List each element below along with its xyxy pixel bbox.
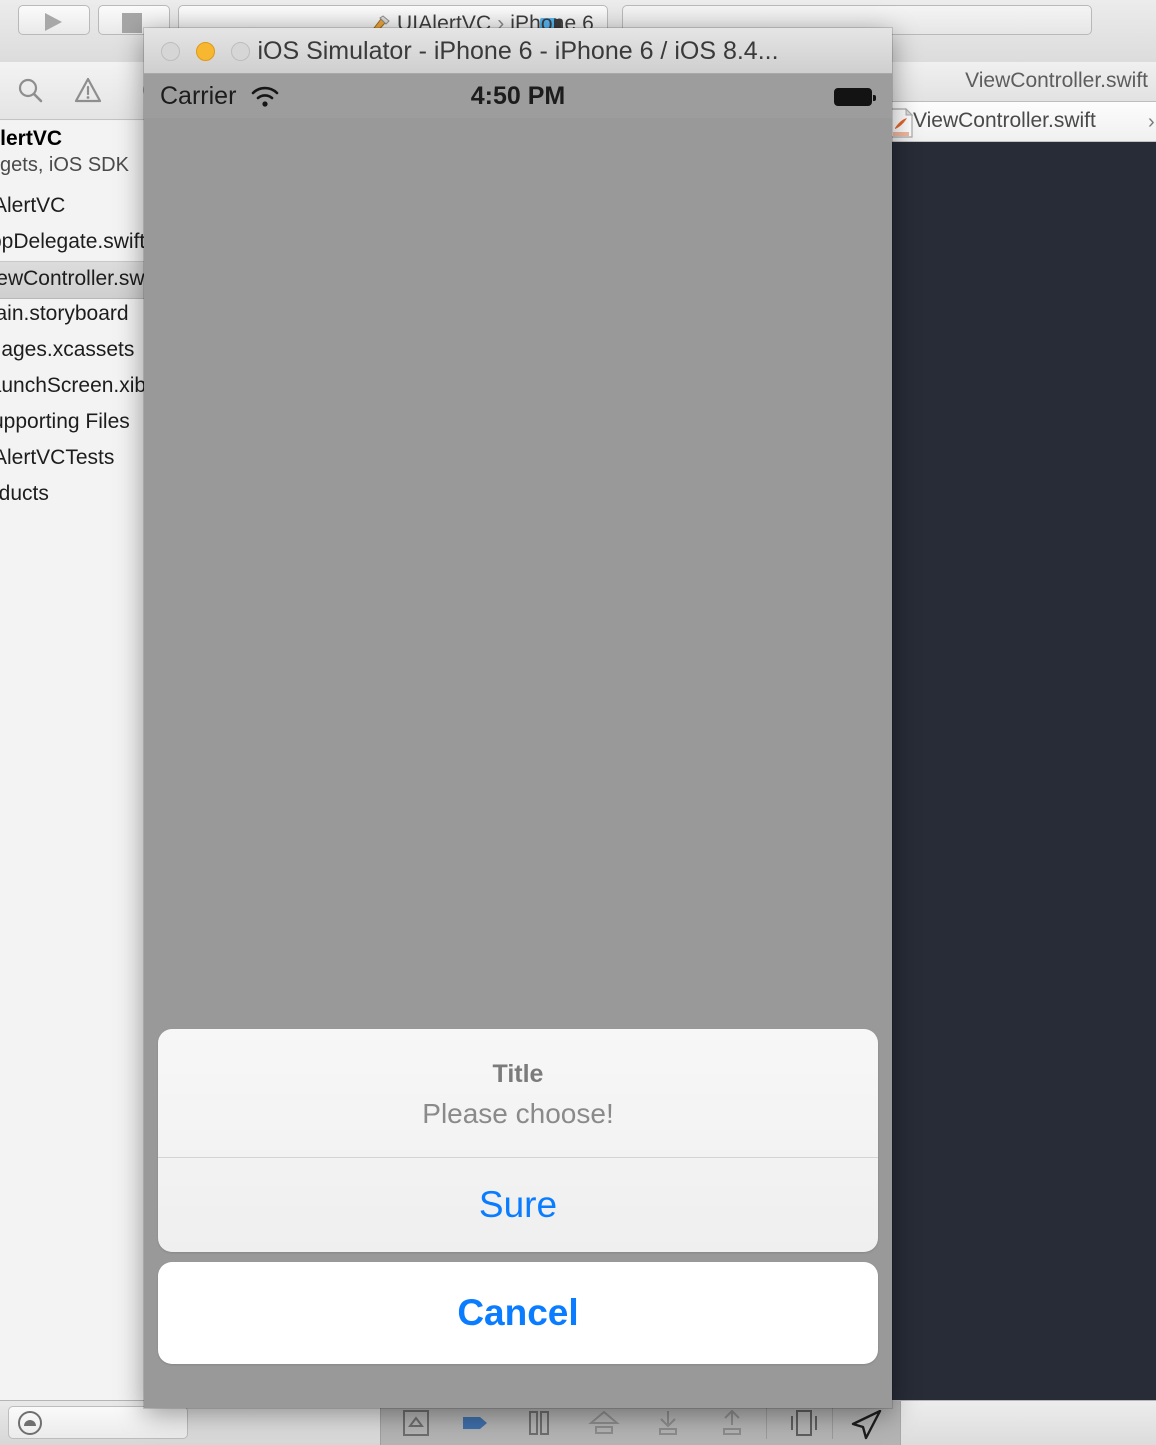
battery-full-icon [834, 88, 876, 106]
action-sheet-header: Title Please choose! [158, 1029, 878, 1158]
home-button[interactable] [8, 1406, 188, 1439]
orientation-icon[interactable] [461, 1410, 491, 1436]
editor-header-title: ViewController.swift [965, 69, 1148, 92]
search-icon[interactable] [16, 76, 44, 104]
sidebar-item-label: Images.xcassets [0, 338, 135, 361]
action-sheet-cancel-group: Cancel [158, 1262, 878, 1364]
sidebar-item-label: LaunchScreen.xib [0, 374, 147, 397]
navigator-project-title-row[interactable]: UIAlertVC [0, 125, 147, 155]
navigator-filter-bar [0, 62, 151, 120]
home-up-icon[interactable] [587, 1410, 621, 1436]
bottom-right-panel: UIAlertVC [900, 1401, 1156, 1445]
alert-action-cancel[interactable]: Cancel [158, 1262, 878, 1364]
sidebar-item-label: UIAlertVC [0, 194, 66, 217]
simulator-titlebar[interactable]: iOS Simulator - iPhone 6 - iPhone 6 / iO… [144, 28, 892, 74]
alert-title: Title [492, 1060, 544, 1088]
sidebar-item-products[interactable]: Products [0, 477, 147, 513]
stop-icon [122, 13, 142, 33]
navigator-project-subtitle-row: 2 targets, iOS SDK 8.4 [0, 153, 147, 181]
run-button[interactable] [18, 5, 90, 35]
action-sheet-main-group: Title Please choose! Sure [158, 1029, 878, 1252]
sidebar-item-uialertvctests[interactable]: UIAlertVCTests [0, 441, 147, 477]
ios-status-bar: Carrier 4:50 PM [144, 74, 892, 118]
sidebar-item-label: Main.storyboard [0, 302, 129, 325]
sidebar-item-uialertvc[interactable]: UIAlertVC [0, 189, 147, 225]
sidebar-item-images-xcassets[interactable]: Images.xcassets [0, 333, 147, 369]
project-navigator: UIAlertVC 2 targets, iOS SDK 8.4 UIAlert… [0, 62, 151, 1400]
navigator-file-list[interactable]: UIAlertVC 2 targets, iOS SDK 8.4 UIAlert… [0, 121, 147, 1400]
sidebar-item-label: AppDelegate.swift [0, 230, 146, 253]
upload-icon[interactable] [717, 1410, 747, 1436]
sidebar-item-main-storyboard[interactable]: Main.storyboard [0, 297, 147, 333]
rotate-icon[interactable] [787, 1410, 821, 1436]
chevron-right-icon[interactable]: › [1148, 111, 1155, 134]
warning-icon[interactable] [74, 76, 102, 104]
status-bar-time: 4:50 PM [470, 82, 566, 110]
play-icon [45, 13, 62, 31]
pause-icon[interactable] [526, 1410, 552, 1436]
sidebar-item-appdelegate[interactable]: AppDelegate.swift [0, 225, 147, 261]
location-arrow-icon[interactable] [849, 1410, 883, 1440]
jumpbar-file-label[interactable]: ViewController.swift [913, 109, 1096, 133]
sidebar-item-label: UIAlertVCTests [0, 446, 115, 469]
alert-action-sure[interactable]: Sure [158, 1158, 878, 1252]
sidebar-item-viewcontroller[interactable]: ViewController.swift [0, 261, 147, 299]
simulator-window-title: iOS Simulator - iPhone 6 - iPhone 6 / iO… [257, 37, 779, 65]
home-icon [18, 1411, 42, 1435]
sidebar-item-supporting-files[interactable]: Supporting Files [0, 405, 147, 441]
toolbar-divider [766, 1407, 767, 1439]
sidebar-item-label: Products [0, 482, 49, 505]
sidebar-item-launchscreen[interactable]: LaunchScreen.xib [0, 369, 147, 405]
sidebar-item-label: ViewController.swift [0, 267, 147, 290]
ios-simulator-window: iOS Simulator - iPhone 6 - iPhone 6 / iO… [144, 28, 892, 1408]
sidebar-item-label: Supporting Files [0, 410, 130, 433]
device-frame-icon[interactable] [401, 1410, 431, 1436]
toolbar-divider [832, 1407, 833, 1439]
download-icon[interactable] [653, 1410, 683, 1436]
simulator-screen[interactable]: Title Please choose! Sure Cancel [144, 118, 892, 1408]
alert-action-sheet: Title Please choose! Sure Cancel [158, 1029, 878, 1364]
navigator-project-title: UIAlertVC [0, 127, 63, 150]
alert-message: Please choose! [422, 1098, 614, 1129]
